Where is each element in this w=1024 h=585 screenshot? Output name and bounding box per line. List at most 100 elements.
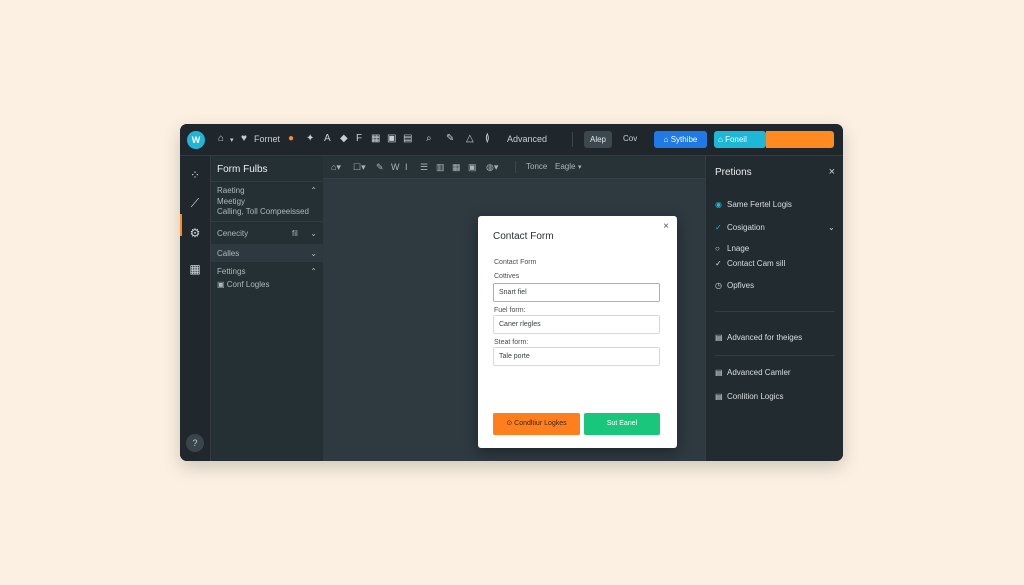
- clock-icon: ◷: [715, 281, 722, 290]
- conf-logic-label: Conf Logles: [226, 280, 270, 289]
- code-icon[interactable]: ≬: [485, 133, 490, 145]
- pencil-icon[interactable]: ✎: [376, 161, 384, 173]
- chevron-down-icon[interactable]: ⌄: [310, 229, 317, 238]
- toolbar-item-b[interactable]: Eagle: [555, 161, 575, 173]
- italic-icon[interactable]: I: [405, 161, 408, 173]
- options-title: Pretions: [715, 167, 752, 178]
- settings-icon[interactable]: ⚙: [188, 226, 202, 240]
- brush-icon[interactable]: ⟋: [188, 196, 202, 210]
- divider: [211, 181, 323, 182]
- field3-input[interactable]: Tale porte: [493, 347, 660, 366]
- pin-icon[interactable]: ●: [288, 133, 294, 145]
- list-icon[interactable]: ☰: [420, 161, 428, 173]
- table-icon[interactable]: ▦: [452, 161, 461, 173]
- option-label: Opfives: [727, 281, 755, 290]
- home-icon[interactable]: ⌂: [218, 133, 224, 145]
- option-item[interactable]: ▤ Conlition Logics: [715, 392, 783, 402]
- field1-input[interactable]: Snart fiel: [493, 283, 660, 302]
- tag-icon[interactable]: ◆: [340, 133, 348, 145]
- lock-icon: ⌂: [663, 135, 671, 144]
- settings-label[interactable]: Fettings: [217, 267, 245, 277]
- help-icon[interactable]: ?: [186, 434, 204, 452]
- logic-icon: ⊙: [506, 420, 515, 427]
- action-bar-button[interactable]: [766, 131, 834, 148]
- flag-icon[interactable]: F: [356, 133, 362, 145]
- section-rating-line-1[interactable]: Meetigy: [217, 197, 245, 207]
- format-menu[interactable]: Fornet: [254, 133, 280, 145]
- option-label: Lnage: [727, 244, 750, 253]
- option-item[interactable]: ◉ Same Fertel Logis: [715, 200, 792, 210]
- warning-icon[interactable]: △: [466, 133, 474, 145]
- globe-icon[interactable]: ◍▾: [486, 161, 498, 173]
- tab-csv[interactable]: Cov: [623, 133, 637, 145]
- divider: [211, 221, 323, 222]
- advanced-menu[interactable]: Advanced: [507, 133, 547, 145]
- grid-icon[interactable]: ▦: [371, 133, 380, 145]
- option-label: Conlition Logics: [727, 392, 784, 401]
- conf-logic-item[interactable]: ▣ Conf Logles: [217, 280, 269, 290]
- option-item[interactable]: ✓ Cosigation: [715, 223, 765, 233]
- connectivity-label[interactable]: Cenecity: [217, 229, 248, 239]
- preview-button-label: Foneil: [725, 135, 747, 144]
- option-item[interactable]: ○ Lnage: [715, 244, 749, 254]
- document-icon: ▤: [715, 392, 723, 401]
- divider: [715, 311, 835, 312]
- square-icon[interactable]: ☐▾: [353, 161, 366, 173]
- canvas-area: ⌂▾ ☐▾ ✎ W I ☰ ▥ ▦ ▣ ◍▾ Tonce Eagle ▾ Con…: [323, 156, 705, 461]
- field2-input[interactable]: Caner rlegles: [493, 315, 660, 334]
- field1-label: Cottives: [494, 273, 520, 280]
- conditional-logic-button[interactable]: ⊙ Condltiur Logkes: [493, 413, 580, 435]
- layout-icon[interactable]: ▤: [403, 133, 412, 145]
- chevron-up-icon[interactable]: ⌃: [310, 186, 317, 195]
- canvas-toolbar: ⌂▾ ☐▾ ✎ W I ☰ ▥ ▦ ▣ ◍▾ Tonce Eagle ▾: [323, 156, 705, 179]
- app-logo[interactable]: W: [187, 131, 205, 149]
- sparkle-icon[interactable]: ✦: [306, 133, 314, 145]
- heart-icon[interactable]: ♥: [241, 133, 247, 145]
- section-rating-line-2[interactable]: Calling, Toll Compeeissed: [217, 207, 309, 217]
- publish-button[interactable]: ⌂ Sythibe: [654, 131, 707, 148]
- image-icon[interactable]: ▣: [468, 161, 477, 173]
- home-icon[interactable]: ⌂▾: [331, 161, 341, 173]
- preview-button[interactable]: ⌂ Foneil: [714, 131, 766, 148]
- chevron-down-icon[interactable]: ▾: [578, 162, 582, 174]
- form-builder-window: W ⌂ ▾ ♥ Fornet ● ✦ A ◆ F ▦ ▣ ▤ ⌕ ✎ △ ≬ A…: [180, 124, 843, 461]
- toolbar-item-a[interactable]: Tonce: [526, 161, 547, 173]
- apps-icon[interactable]: ▦: [188, 262, 202, 276]
- option-item[interactable]: ▤ Advanced for theiges: [715, 333, 802, 343]
- calles-label[interactable]: Calles: [217, 249, 239, 259]
- conditional-logic-label: Condltiur Logkes: [514, 420, 567, 427]
- top-toolbar: W ⌂ ▾ ♥ Fornet ● ✦ A ◆ F ▦ ▣ ▤ ⌕ ✎ △ ≬ A…: [180, 124, 843, 156]
- close-icon[interactable]: ×: [829, 166, 835, 178]
- chevron-down-icon[interactable]: ⌄: [828, 223, 835, 233]
- section-rating-label[interactable]: Raeting: [217, 186, 245, 196]
- check-icon: ✓: [715, 223, 722, 232]
- chevron-down-icon[interactable]: ▾: [230, 135, 234, 147]
- submit-button[interactable]: Sut Eanel: [584, 413, 660, 435]
- blocks-icon[interactable]: ⁘: [188, 168, 202, 182]
- tab-alert[interactable]: Alep: [584, 131, 612, 148]
- text-style-icon[interactable]: A: [324, 133, 331, 145]
- image-icon[interactable]: ▣: [387, 133, 396, 145]
- word-icon[interactable]: W: [391, 161, 400, 173]
- contact-form-modal: Contact Form × Contact Form Cottives Sna…: [478, 216, 677, 448]
- option-item[interactable]: ▤ Advanced Camler: [715, 368, 791, 378]
- search-icon[interactable]: ⌕: [426, 133, 432, 145]
- chevron-down-icon[interactable]: ⌄: [310, 249, 317, 258]
- active-indicator: [180, 214, 182, 236]
- option-label: Cosigation: [727, 223, 765, 232]
- toolbar-divider: [515, 161, 516, 173]
- document-icon: ▤: [715, 368, 723, 377]
- option-label: Contact Cam sill: [727, 259, 786, 268]
- chevron-up-icon[interactable]: ⌃: [310, 267, 317, 276]
- field2-label: Fuel form:: [494, 307, 526, 314]
- save-icon: ⌂: [718, 135, 726, 144]
- option-item[interactable]: ◷ Opfives: [715, 281, 754, 291]
- field3-label: Steat form:: [494, 339, 529, 346]
- pen-icon[interactable]: ✎: [446, 133, 454, 145]
- align-icon[interactable]: ▥: [436, 161, 445, 173]
- close-icon[interactable]: ×: [663, 221, 669, 232]
- option-item[interactable]: ✓ Contact Cam sill: [715, 259, 785, 269]
- checkbox-icon: ▣: [217, 280, 227, 289]
- panel-title: Form Fulbs: [217, 164, 268, 175]
- publish-button-label: Sythibe: [670, 135, 698, 144]
